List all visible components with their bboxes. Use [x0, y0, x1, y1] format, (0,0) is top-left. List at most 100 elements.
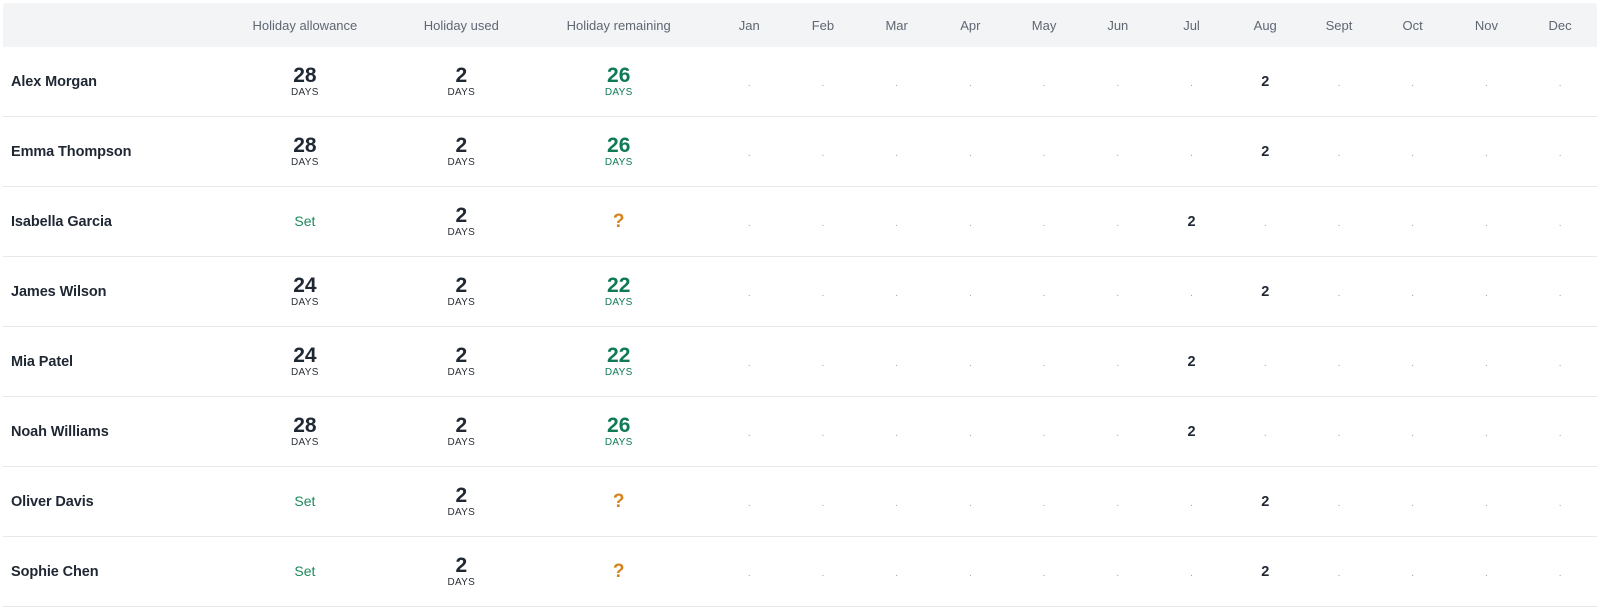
month-empty: .	[1337, 357, 1341, 369]
set-allowance-link[interactable]: Set	[294, 493, 315, 509]
used-cell: 2 DAYS	[398, 344, 526, 379]
used-cell: 2 DAYS	[398, 553, 526, 589]
set-allowance-link[interactable]: Set	[294, 213, 315, 229]
month-cell-apr: .	[934, 213, 1008, 231]
month-cell-mar: .	[860, 493, 934, 511]
month-empty: .	[895, 357, 899, 369]
month-empty: .	[1558, 567, 1562, 579]
header-month-nov: Nov	[1474, 17, 1498, 33]
month-cell-feb: .	[786, 213, 860, 231]
remaining-unit: DAYS	[604, 436, 633, 448]
month-cell-feb: .	[786, 283, 860, 301]
month-cell-mar: .	[860, 213, 934, 231]
used-value: 2	[455, 133, 468, 157]
month-cell-dec: .	[1523, 73, 1597, 91]
month-cell-sept: .	[1302, 493, 1376, 511]
month-cell-jan: .	[712, 73, 786, 91]
month-empty: .	[1042, 567, 1046, 579]
month-cell-jul: .	[1155, 143, 1229, 161]
table-row: Emma Thompson 28 DAYS 2 DAYS 26 DAYS....... 2..…	[3, 117, 1597, 187]
month-empty: .	[895, 567, 899, 579]
month-cell-dec: .	[1523, 423, 1597, 441]
month-empty: .	[1337, 147, 1341, 159]
month-empty: .	[968, 497, 972, 509]
month-cell-may: .	[1007, 213, 1081, 231]
remaining-unit: DAYS	[604, 296, 633, 308]
header-month-jan: Jan	[738, 17, 760, 33]
employee-name: Alex Morgan	[11, 73, 97, 90]
month-empty: .	[1042, 147, 1046, 159]
month-cell-feb: .	[786, 353, 860, 371]
month-empty: .	[1558, 357, 1562, 369]
month-cell-aug: .	[1228, 353, 1302, 371]
month-value: 2	[1261, 143, 1270, 160]
used-unit: DAYS	[447, 86, 476, 98]
header-remaining: Holiday remaining	[566, 17, 671, 33]
month-cell-apr: .	[934, 423, 1008, 441]
month-empty: .	[821, 147, 825, 159]
month-empty: .	[1485, 427, 1488, 439]
set-allowance-link[interactable]: Set	[294, 563, 315, 579]
header-used: Holiday used	[423, 17, 499, 33]
month-empty: .	[1116, 497, 1120, 509]
employee-name: Emma Thompson	[11, 143, 132, 160]
month-cell-jul: 2	[1155, 353, 1229, 371]
month-cell-sept: .	[1302, 143, 1376, 161]
employee-name: James Wilson	[11, 283, 107, 300]
month-empty: .	[1558, 427, 1562, 439]
month-empty: .	[1558, 217, 1562, 229]
month-empty: .	[968, 287, 972, 299]
month-cell-feb: .	[786, 563, 860, 581]
remaining-cell: 26 DAYS	[525, 414, 712, 449]
month-empty: .	[1190, 287, 1193, 299]
header-month-feb: Feb	[811, 17, 835, 33]
month-empty: .	[1190, 497, 1193, 509]
month-empty: .	[1485, 567, 1488, 579]
month-empty: .	[747, 497, 751, 509]
used-unit: DAYS	[447, 226, 476, 238]
month-cell-nov: .	[1450, 353, 1524, 371]
month-empty: .	[1411, 567, 1415, 579]
used-unit: DAYS	[447, 296, 476, 308]
allowance-unit: DAYS	[291, 436, 319, 448]
month-cell-apr: .	[934, 73, 1008, 91]
month-empty: .	[1337, 217, 1341, 229]
table-header: Holiday allowance Holiday used Holiday r…	[3, 3, 1597, 47]
month-cell-may: .	[1007, 493, 1081, 511]
employee-cell: Alex Morgan	[3, 73, 212, 91]
month-cell-aug: .	[1228, 423, 1302, 441]
remaining-value: 26	[607, 133, 631, 157]
remaining-cell: 26 DAYS	[525, 133, 712, 169]
used-unit: DAYS	[447, 506, 476, 518]
remaining-value: 22	[607, 343, 631, 367]
table-row: Mia Patel 24 DAYS 2 DAYS 22 DAYS...... 2.....	[3, 327, 1597, 397]
employee-name: Noah Williams	[11, 423, 109, 440]
table-row: Isabella Garcia Set 2 DAYS?...... 2.....	[3, 187, 1597, 257]
month-empty: .	[1485, 287, 1488, 299]
month-cell-jun: .	[1081, 353, 1155, 371]
month-empty: .	[1337, 567, 1341, 579]
month-empty: .	[747, 427, 751, 439]
employee-name: Isabella Garcia	[11, 213, 112, 230]
used-value: 2	[455, 553, 468, 577]
month-cell-sept: .	[1302, 213, 1376, 231]
table-row: James Wilson 24 DAYS 2 DAYS 22 DAYS....... 2...…	[3, 257, 1597, 327]
month-cell-oct: .	[1376, 283, 1450, 301]
month-empty: .	[1337, 77, 1341, 89]
month-cell-mar: .	[860, 283, 934, 301]
month-empty: .	[747, 217, 751, 229]
month-empty: .	[1190, 567, 1193, 579]
month-cell-dec: .	[1523, 213, 1597, 231]
month-cell-oct: .	[1376, 493, 1450, 511]
month-cell-dec: .	[1523, 563, 1597, 581]
month-empty: .	[1116, 357, 1120, 369]
header-month-aug: Aug	[1253, 17, 1277, 33]
month-empty: .	[1411, 497, 1415, 509]
month-empty: .	[895, 217, 899, 229]
table-row: Oliver Davis Set 2 DAYS?....... 2....	[3, 467, 1597, 537]
month-cell-sept: .	[1302, 353, 1376, 371]
month-cell-oct: .	[1376, 563, 1450, 581]
month-empty: .	[1411, 287, 1415, 299]
month-cell-apr: .	[934, 563, 1008, 581]
used-value: 2	[455, 203, 468, 227]
